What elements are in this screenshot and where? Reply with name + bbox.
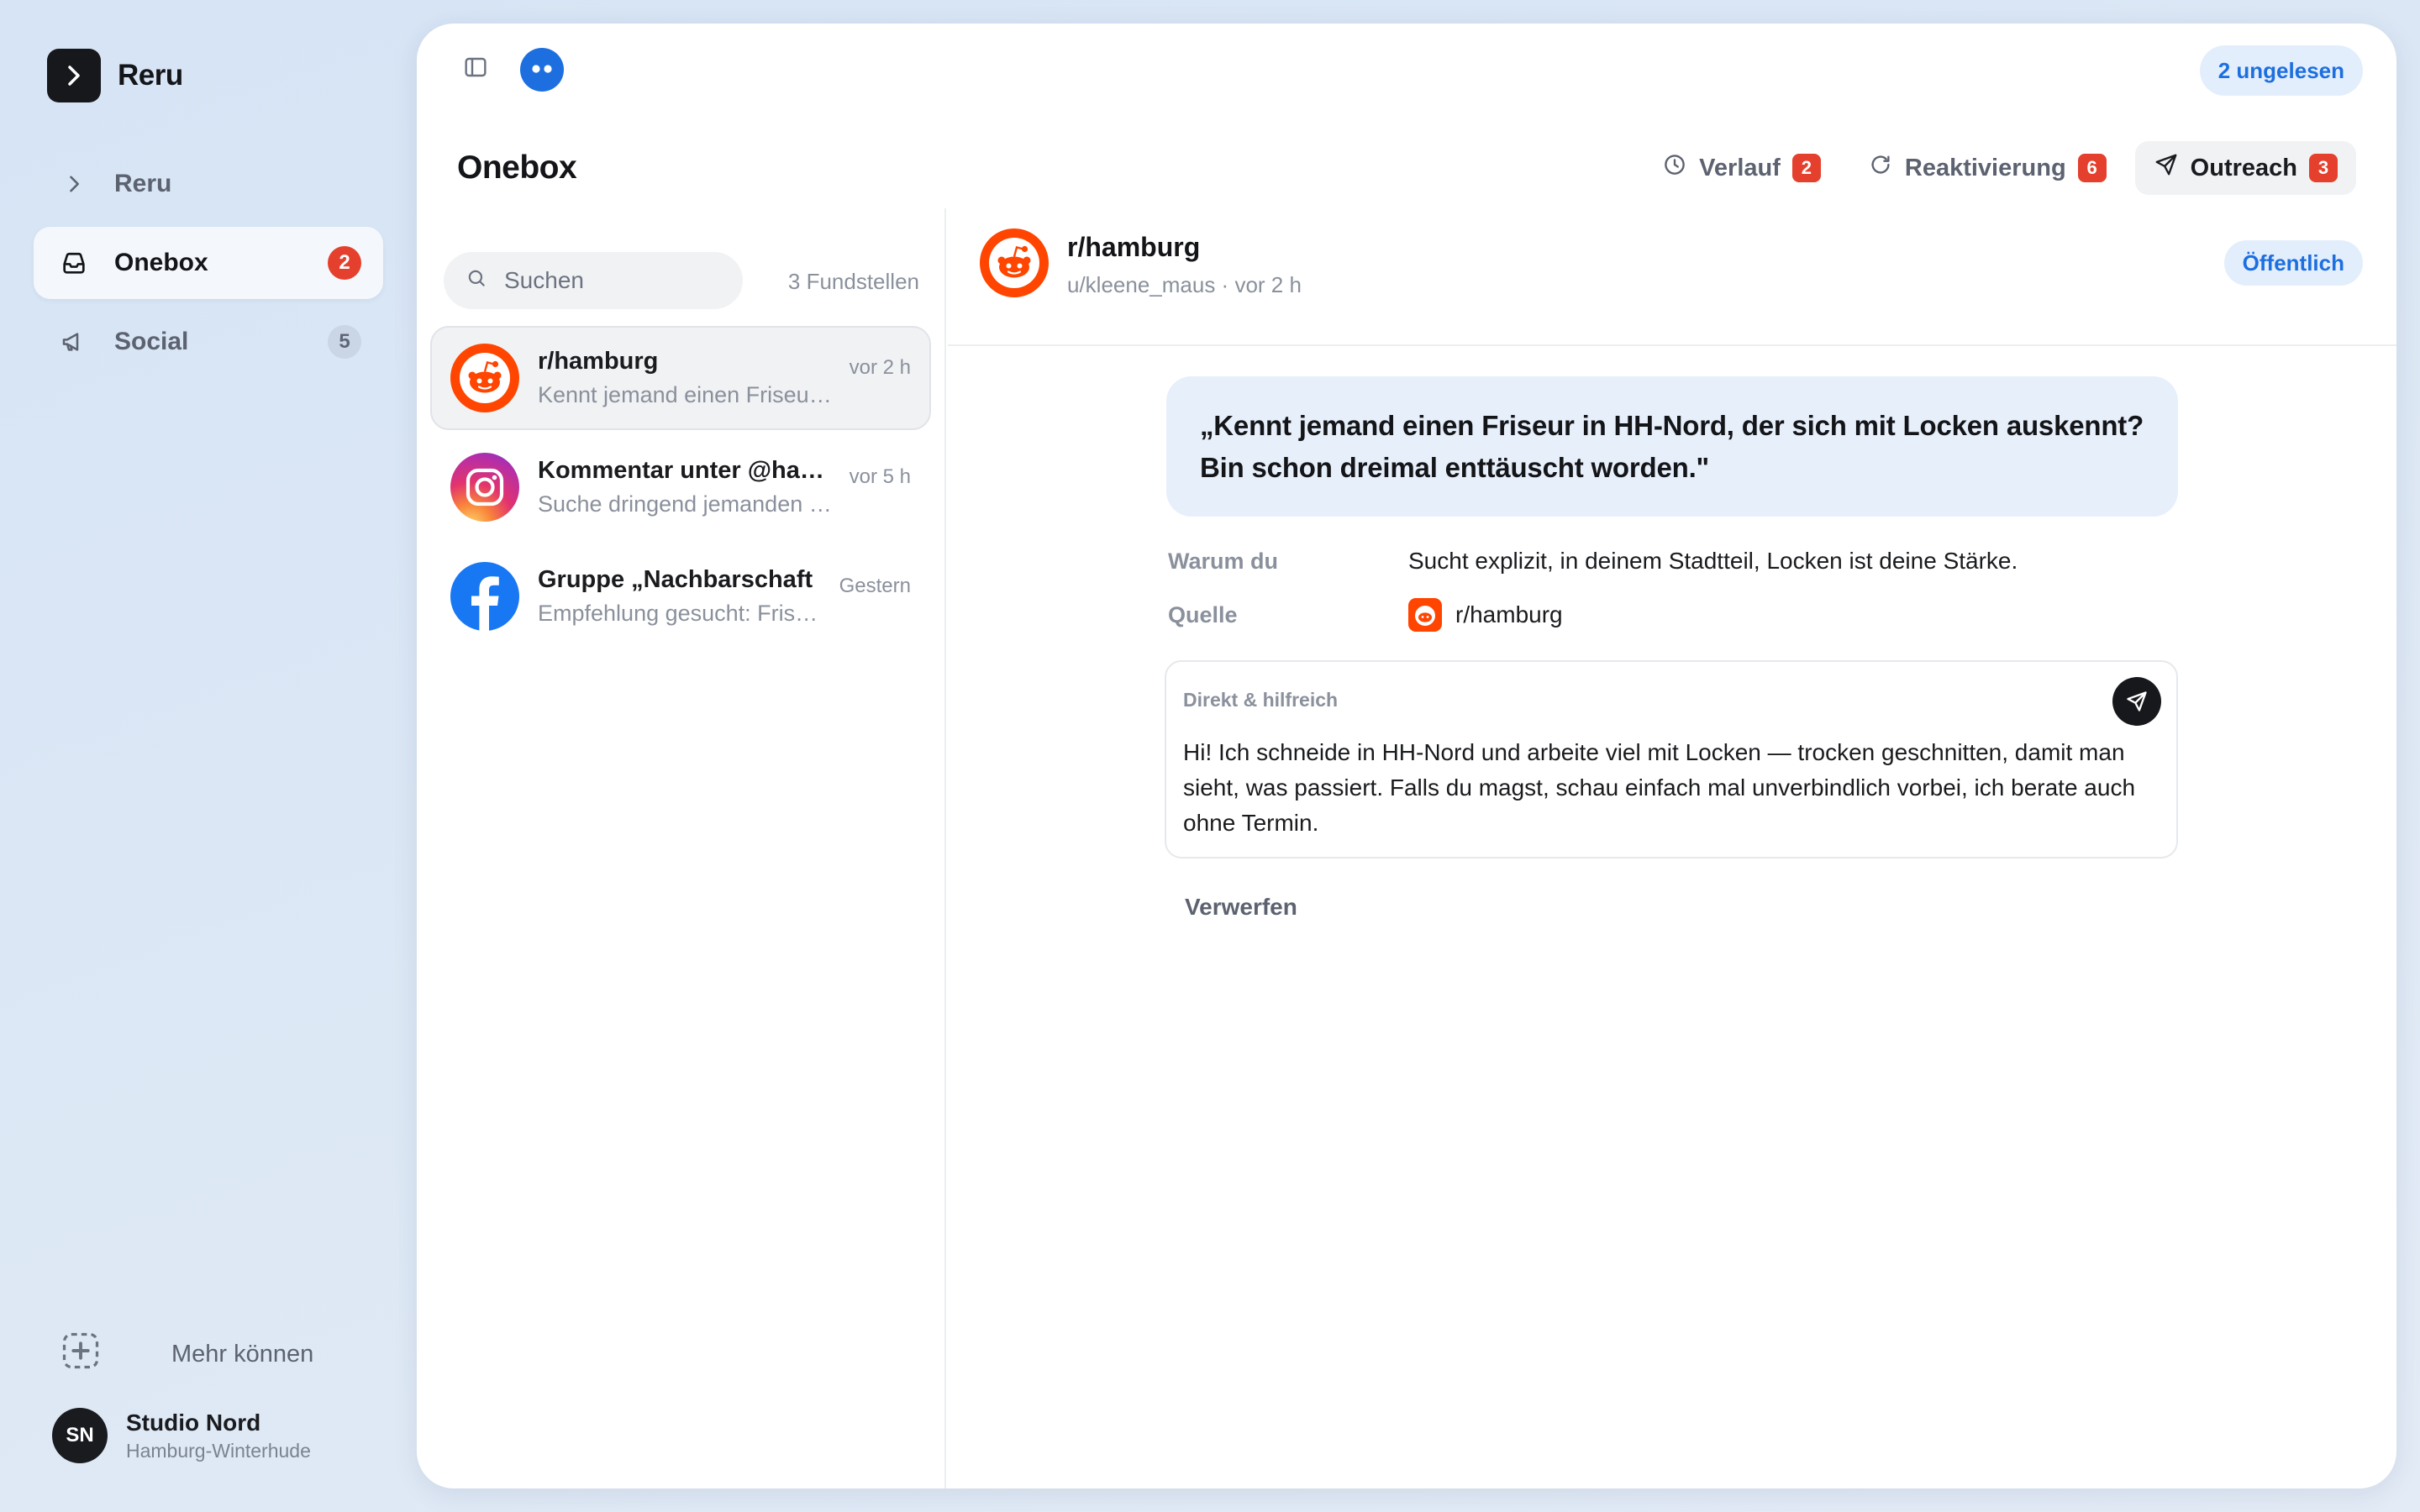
user-location: Hamburg-Winterhude — [126, 1439, 311, 1462]
count-badge: 3 — [2309, 154, 2338, 182]
tab-reaktivierung[interactable]: Reaktivierung 6 — [1849, 141, 2125, 195]
detail-subtitle: u/kleene_maus · vor 2 h — [1067, 272, 1302, 297]
search-icon — [466, 267, 487, 295]
count-badge: 6 — [2077, 154, 2107, 182]
avatar: SN — [52, 1408, 108, 1463]
search-field[interactable] — [444, 252, 743, 309]
reddit-icon — [1408, 598, 1442, 632]
main-panel: 2 ungelesen Onebox Verlauf 2 Reaktivieru… — [417, 24, 2396, 1488]
draft-text[interactable]: Hi! Ich schneide in HH-Nord und arbeite … — [1183, 735, 2160, 841]
instagram-icon — [450, 453, 519, 522]
send-button[interactable] — [2112, 677, 2161, 726]
user-profile[interactable]: SN Studio Nord Hamburg-Winterhude — [52, 1408, 311, 1463]
sidebar-nav: Reru Onebox 2 Social 5 — [34, 148, 383, 385]
item-title: Gruppe „Nachbarschaft — [538, 566, 813, 593]
more-features-button[interactable]: Mehr können — [59, 1329, 313, 1379]
visibility-badge: Öffentlich — [2223, 240, 2363, 286]
chevron-right-icon — [57, 167, 91, 201]
item-preview: Suche dringend jemanden für — [538, 491, 834, 517]
detail-header: r/hamburg u/kleene_maus · vor 2 h Öffent… — [948, 208, 2396, 346]
sidebar-item-label: Onebox — [114, 249, 208, 276]
tab-verlauf[interactable]: Verlauf 2 — [1644, 141, 1839, 195]
app-sidebar: Reru Reru Onebox 2 Social 5 Mehr können … — [0, 0, 417, 1512]
results-count: 3 Fundstellen — [787, 269, 919, 294]
unread-indicator[interactable]: 2 ungelesen — [2199, 45, 2363, 96]
send-icon — [2127, 691, 2147, 711]
list-item[interactable]: r/hamburg Kennt jemand einen Friseur in … — [430, 326, 931, 430]
tab-label: Reaktivierung — [1904, 154, 2066, 181]
item-preview: Empfehlung gesucht: Friseur — [538, 601, 824, 626]
sidebar-item-label: Social — [114, 328, 189, 355]
item-preview: Kennt jemand einen Friseur in HH-Nord — [538, 382, 834, 407]
item-title: Kommentar unter @hamburg — [538, 457, 834, 484]
source-label: Quelle — [1168, 601, 1238, 627]
search-input[interactable] — [504, 267, 723, 294]
facebook-icon — [450, 562, 519, 631]
unread-count-badge: 2 — [328, 246, 361, 280]
user-name: Studio Nord — [126, 1409, 261, 1436]
send-icon — [2154, 152, 2179, 184]
item-time: vor 2 h — [849, 356, 911, 379]
page-title: Onebox — [457, 150, 577, 186]
source-link[interactable]: r/hamburg — [1408, 598, 1563, 632]
item-time: Gestern — [839, 575, 911, 597]
sidebar-item-onebox[interactable]: Onebox 2 — [34, 227, 383, 299]
count-badge: 2 — [1791, 154, 1821, 182]
count-badge: 5 — [328, 325, 361, 359]
view-switcher: Verlauf 2 Reaktivierung 6 Outreach 3 — [1644, 141, 2356, 195]
more-features-label: Mehr können — [171, 1340, 314, 1368]
why-label: Warum du — [1168, 548, 1278, 574]
reply-draft-card[interactable]: Direkt & hilfreich Hi! Ich schneide in H… — [1165, 660, 2178, 858]
list-item[interactable]: Gruppe „Nachbarschaft Empfehlung gesucht… — [430, 544, 931, 648]
reddit-icon — [980, 228, 1049, 297]
inbox-icon — [57, 246, 91, 280]
megaphone-icon — [57, 325, 91, 359]
assistant-icon[interactable] — [519, 47, 565, 97]
tab-label: Verlauf — [1699, 154, 1781, 181]
discard-button[interactable]: Verwerfen — [1185, 894, 1297, 921]
tab-outreach[interactable]: Outreach 3 — [2134, 141, 2356, 195]
findings-list: r/hamburg Kennt jemand einen Friseur in … — [430, 326, 931, 654]
brand[interactable]: Reru — [47, 49, 183, 102]
add-square-icon — [59, 1329, 103, 1379]
sidebar-item-reru[interactable]: Reru — [34, 148, 383, 220]
detail-title: r/hamburg — [1067, 232, 1201, 262]
app-logo-icon — [47, 49, 101, 102]
clock-icon — [1662, 152, 1687, 184]
original-post-quote: „Kennt jemand einen Friseur in HH-Nord, … — [1166, 376, 2178, 517]
source-value: r/hamburg — [1455, 601, 1563, 627]
refresh-icon — [1868, 152, 1893, 184]
sidebar-item-label: Reru — [114, 170, 172, 197]
sidebar-toggle-icon[interactable] — [462, 54, 489, 85]
detail-view: r/hamburg u/kleene_maus · vor 2 h Öffent… — [948, 208, 2396, 1488]
tab-label: Outreach — [2190, 154, 2297, 181]
why-value: Sucht explizit, in deinem Stadtteil, Loc… — [1408, 548, 2018, 574]
finding-meta: Warum du Sucht explizit, in deinem Stadt… — [1168, 543, 2176, 650]
sidebar-item-social[interactable]: Social 5 — [34, 306, 383, 378]
draft-tone-label: Direkt & hilfreich — [1183, 689, 1339, 711]
list-item[interactable]: Kommentar unter @hamburg Suche dringend … — [430, 435, 931, 539]
item-time: vor 5 h — [849, 465, 911, 488]
findings-list-column: 3 Fundstellen r/hamburg Kennt — [417, 208, 946, 1488]
app-name: Reru — [118, 59, 183, 92]
reddit-icon — [450, 344, 519, 412]
item-title: r/hamburg — [538, 348, 659, 375]
